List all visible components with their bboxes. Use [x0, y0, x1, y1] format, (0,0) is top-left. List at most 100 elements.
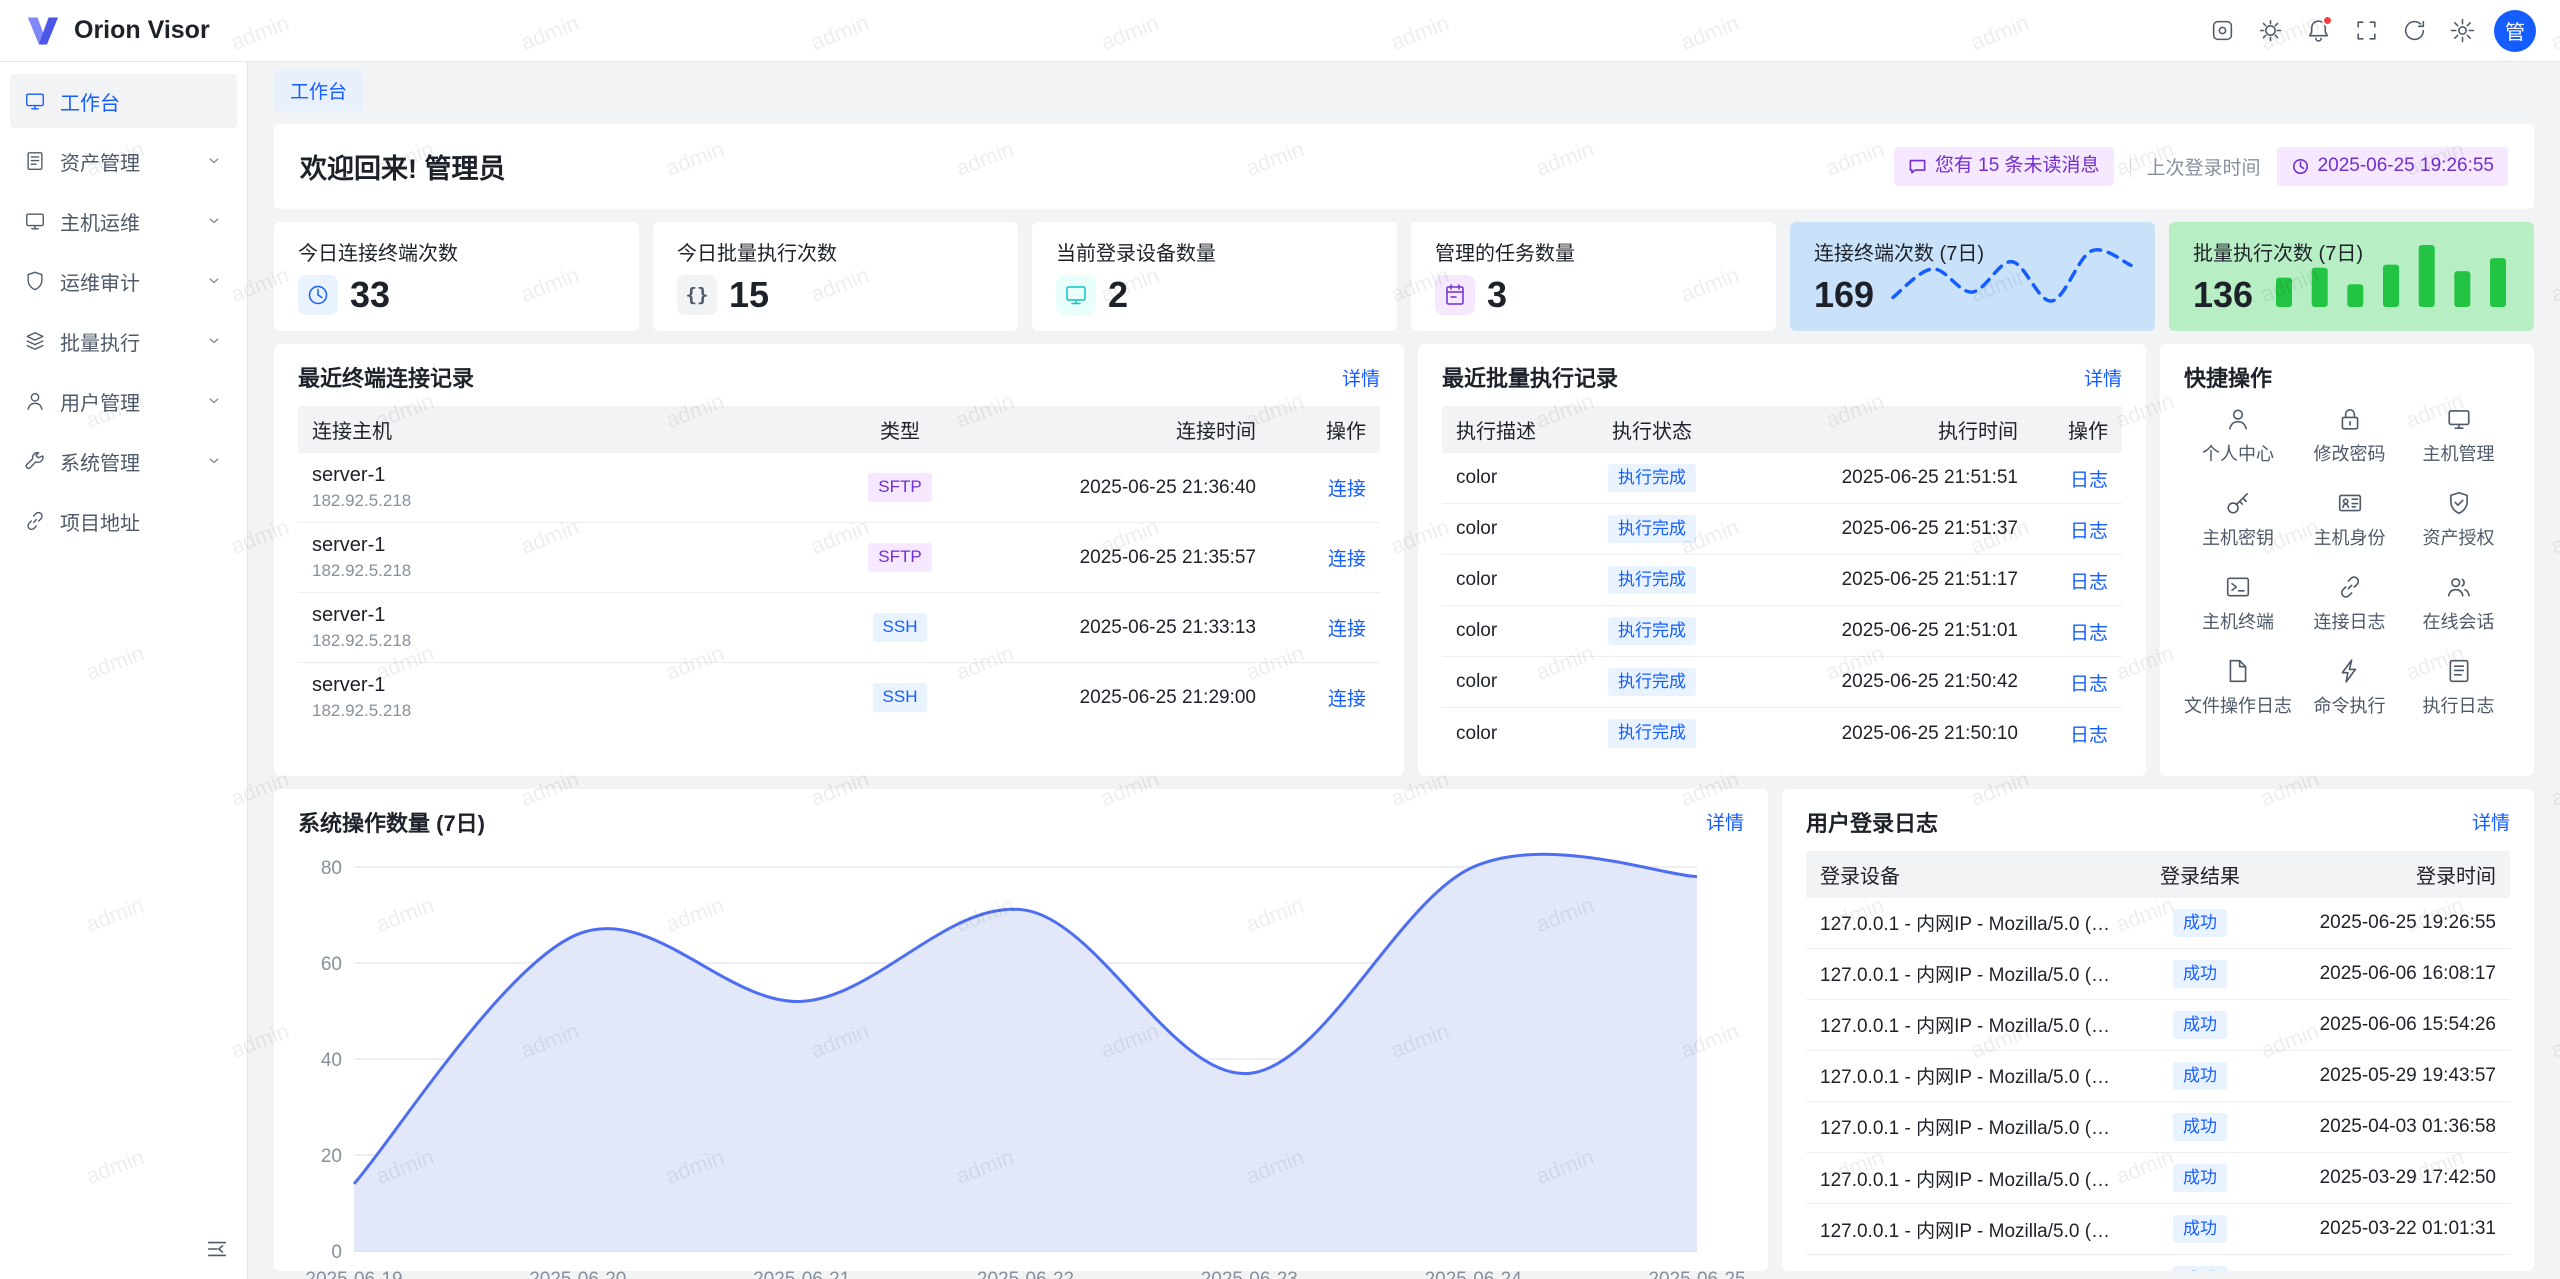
svg-text:0: 0: [331, 1242, 342, 1263]
stat-label: 管理的任务数量: [1435, 237, 1752, 266]
quick-action-personal-center[interactable]: 个人中心: [2184, 406, 2292, 466]
status-cell: 执行完成: [1562, 453, 1742, 503]
terminal-detail-link[interactable]: 详情: [1342, 364, 1380, 391]
login-log-row: 127.0.0.1 - 内网IP - Mozilla/5.0 (Windows …: [1806, 1204, 2510, 1255]
bell-button[interactable]: [2296, 9, 2340, 53]
login-result-tag: 成功: [2173, 1266, 2227, 1271]
log-link[interactable]: 日志: [2070, 725, 2108, 746]
result-cell: 成功: [2140, 1102, 2260, 1152]
type-cell: SSH: [830, 602, 970, 652]
fullscreen-button[interactable]: [2344, 9, 2388, 53]
palette-icon: [2210, 18, 2235, 43]
result-cell: 成功: [2140, 1000, 2260, 1050]
host-icon: [24, 210, 46, 232]
login-log-row: 127.0.0.1 - 内网IP - Mozilla/5.0 (Windows …: [1806, 1102, 2510, 1153]
palette-button[interactable]: [2200, 9, 2244, 53]
column-header: 操作: [2032, 406, 2122, 453]
svg-text:60: 60: [321, 954, 342, 975]
gear-button[interactable]: [2440, 9, 2484, 53]
quick-action-host-management[interactable]: 主机管理: [2407, 406, 2510, 466]
execution-status-tag: 执行完成: [1608, 464, 1696, 492]
quick-action-host-key[interactable]: 主机密钥: [2184, 490, 2292, 550]
unread-messages-badge[interactable]: 您有 15 条未读消息: [1894, 147, 2114, 186]
stat-card-today-terminal-connections: 今日连接终端次数33: [274, 222, 639, 331]
sidebar-item-host-ops[interactable]: 主机运维: [10, 194, 237, 248]
connect-link[interactable]: 连接: [1328, 479, 1366, 500]
desc-cell: color: [1442, 660, 1562, 704]
users-icon: [2446, 574, 2472, 600]
stat-card-batch-executions-7d: 批量执行次数 (7日)136: [2169, 222, 2534, 331]
app-brand[interactable]: Orion Visor: [24, 12, 210, 50]
sidebar-item-workbench[interactable]: 工作台: [10, 74, 237, 128]
collapse-menu-icon: [206, 1238, 228, 1260]
quick-action-host-terminal[interactable]: 主机终端: [2184, 574, 2292, 634]
connect-link[interactable]: 连接: [1328, 619, 1366, 640]
login-log-detail-link[interactable]: 详情: [2472, 808, 2510, 835]
batch-record-row: color执行完成2025-06-25 21:51:01日志: [1442, 606, 2122, 657]
sidebar-item-batch-execution[interactable]: 批量执行: [10, 314, 237, 368]
stat-label: 今日批量执行次数: [677, 237, 994, 266]
stat-card-today-batch-executions: 今日批量执行次数{}15: [653, 222, 1018, 331]
action-cell: 日志: [2032, 556, 2122, 605]
clock-icon: [2291, 157, 2310, 176]
sidebar-item-asset-management[interactable]: 资产管理: [10, 134, 237, 188]
time-cell: 2025-06-25 21:33:13: [970, 606, 1270, 650]
login-log-row: 127.0.0.1 - 内网IP - Mozilla/5.0 (Windows …: [1806, 949, 2510, 1000]
batch-record-row: color执行完成2025-06-25 21:50:42 日志: [1442, 657, 2122, 708]
refresh-button[interactable]: [2392, 9, 2436, 53]
quick-action-execution-log[interactable]: 执行日志: [2407, 658, 2510, 718]
sidebar-item-label: 系统管理: [60, 447, 140, 476]
stat-label: 当前登录设备数量: [1056, 237, 1373, 266]
quick-action-online-session[interactable]: 在线会话: [2407, 574, 2510, 634]
quick-action-host-identity[interactable]: 主机身份: [2298, 490, 2401, 550]
time-cell: 2025-06-25 21:50:42: [1742, 660, 2032, 704]
sidebar-item-ops-audit[interactable]: 运维审计: [10, 254, 237, 308]
file-icon: [2225, 658, 2251, 684]
action-cell: 日志: [2032, 607, 2122, 656]
quick-actions-title: 快捷操作: [2184, 361, 2272, 393]
type-cell: SSH: [830, 672, 970, 722]
login-result-tag: 成功: [2173, 1164, 2227, 1192]
log-link[interactable]: 日志: [2070, 470, 2108, 491]
sidebar-item-label: 主机运维: [60, 207, 140, 236]
quick-action-asset-authorization[interactable]: 资产授权: [2407, 490, 2510, 550]
batch-detail-link[interactable]: 详情: [2084, 364, 2122, 391]
sidebar-item-user-management[interactable]: 用户管理: [10, 374, 237, 428]
time-cell: 2025-06-25 19:26:55: [2260, 901, 2510, 945]
collapse-sidebar-button[interactable]: [199, 1231, 235, 1267]
quick-action-file-operation-log[interactable]: 文件操作日志: [2184, 658, 2292, 718]
desc-cell: color: [1442, 609, 1562, 653]
log-link[interactable]: 日志: [2070, 572, 2108, 593]
quick-action-change-password[interactable]: 修改密码: [2298, 406, 2401, 466]
host-name: server-1: [312, 604, 816, 627]
connect-link[interactable]: 连接: [1328, 689, 1366, 710]
sun-button[interactable]: [2248, 9, 2292, 53]
execution-status-tag: 执行完成: [1608, 617, 1696, 645]
connection-type-tag: SFTP: [868, 543, 931, 571]
main-content: 工作台 欢迎回来! 管理员 您有 15 条未读消息 上次登录时间 2025-06…: [248, 62, 2560, 1279]
connect-link[interactable]: 连接: [1328, 549, 1366, 570]
system-ops-detail-link[interactable]: 详情: [1706, 808, 1744, 835]
quick-action-connection-log[interactable]: 连接日志: [2298, 574, 2401, 634]
card-header: 最近批量执行记录 详情: [1442, 361, 2122, 393]
breadcrumb-item-workbench[interactable]: 工作台: [274, 70, 363, 111]
log-link[interactable]: 日志: [2070, 521, 2108, 542]
sidebar-item-project-url[interactable]: 项目地址: [10, 494, 237, 548]
login-log-table: 登录设备登录结果登录时间127.0.0.1 - 内网IP - Mozilla/5…: [1806, 851, 2510, 1271]
action-cell: 日志: [2032, 709, 2122, 758]
quick-action-label: 主机身份: [2314, 524, 2386, 550]
log-link[interactable]: 日志: [2070, 674, 2108, 695]
column-header: 登录结果: [2140, 851, 2260, 898]
sun-icon: [2258, 18, 2283, 43]
log-link[interactable]: 日志: [2070, 623, 2108, 644]
terminal-record-row: server-1182.92.5.218SSH2025-06-25 21:29:…: [298, 663, 1380, 732]
quick-action-command-execution[interactable]: 命令执行: [2298, 658, 2401, 718]
user-avatar[interactable]: 管: [2494, 10, 2536, 52]
quick-action-label: 命令执行: [2314, 692, 2386, 718]
status-cell: 执行完成: [1562, 657, 1742, 707]
svg-text:80: 80: [321, 858, 342, 879]
host-cell: server-1182.92.5.218: [298, 523, 830, 592]
host-ip: 182.92.5.218: [312, 631, 816, 651]
sidebar-item-system-management[interactable]: 系统管理: [10, 434, 237, 488]
login-log-card: 用户登录日志 详情 登录设备登录结果登录时间127.0.0.1 - 内网IP -…: [1782, 789, 2534, 1271]
